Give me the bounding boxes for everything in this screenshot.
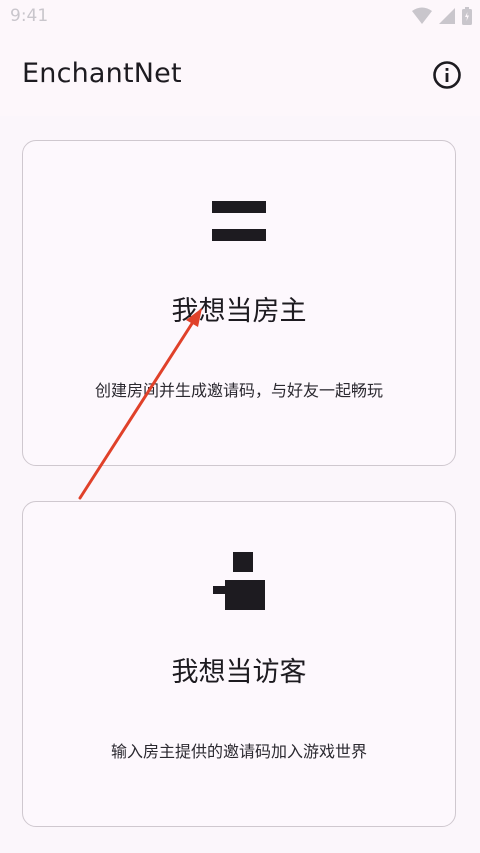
host-card[interactable]: 我想当房主 创建房间并生成邀请码，与好友一起畅玩 <box>22 140 456 466</box>
status-time: 9:41 <box>10 6 49 26</box>
host-card-description: 创建房间并生成邀请码，与好友一起畅玩 <box>94 381 383 400</box>
info-icon <box>433 61 461 89</box>
guest-card-description: 输入房主提供的邀请码加入游戏世界 <box>110 742 367 761</box>
app-bar: EnchantNet <box>0 36 480 116</box>
guest-card-title: 我想当访客 <box>171 657 307 688</box>
person-icon <box>213 552 265 610</box>
status-bar: 9:41 <box>0 0 480 36</box>
signal-icon <box>439 8 455 24</box>
status-icons <box>412 7 472 25</box>
wifi-icon <box>412 7 432 24</box>
equals-icon <box>212 201 266 241</box>
guest-card[interactable]: 我想当访客 输入房主提供的邀请码加入游戏世界 <box>22 501 456 827</box>
host-card-title: 我想当房主 <box>171 296 307 327</box>
info-button[interactable] <box>432 60 462 90</box>
battery-icon <box>462 7 472 25</box>
app-title: EnchantNet <box>22 58 182 89</box>
